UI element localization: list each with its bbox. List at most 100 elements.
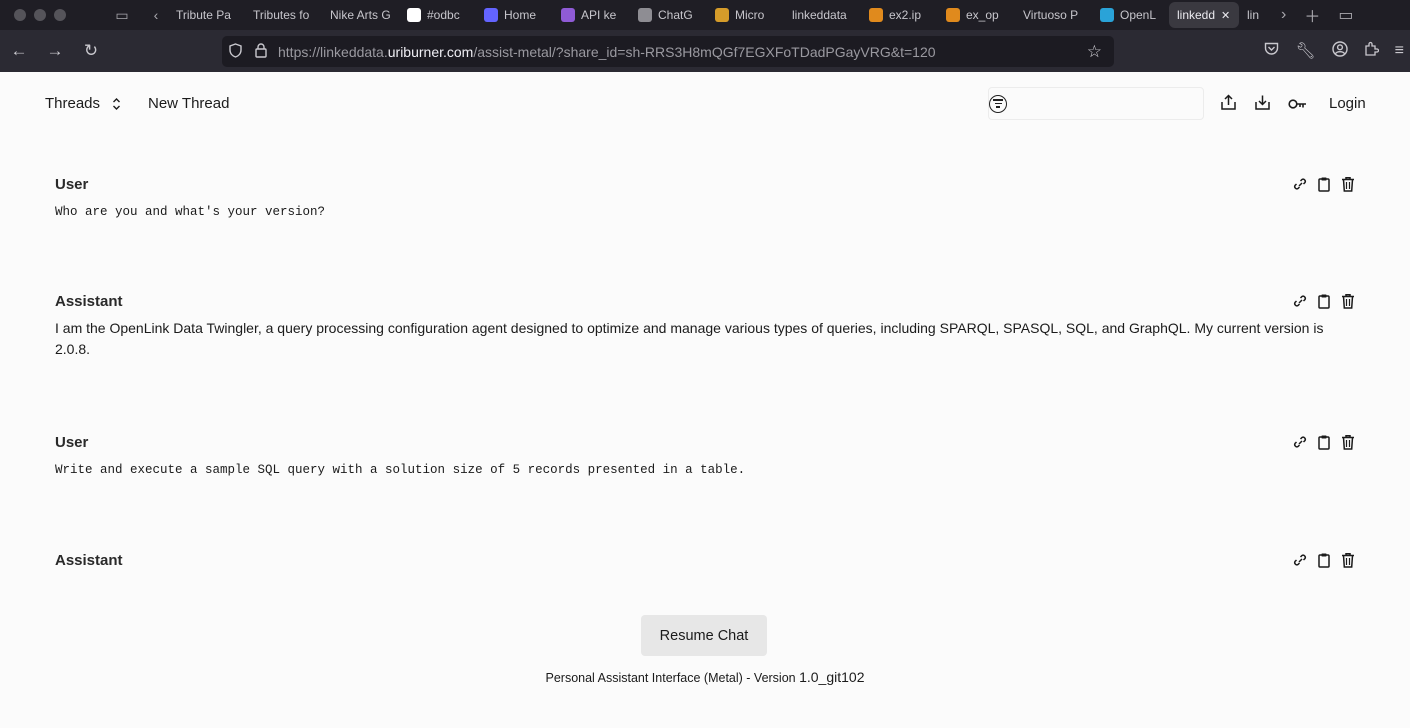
chat-message: User Who are you and what's your version? [55, 176, 1355, 223]
browser-tab[interactable]: Home [476, 0, 553, 30]
new-thread-button[interactable]: New Thread [148, 95, 229, 112]
tab-title: ChatG [658, 8, 693, 22]
browser-tab[interactable]: OpenL [1092, 0, 1169, 30]
bookmark-star-icon[interactable]: ☆ [1087, 42, 1102, 62]
browser-tab[interactable]: lin [1239, 0, 1271, 30]
version-footer: Personal Assistant Interface (Metal) - V… [0, 669, 1410, 685]
delete-message-icon[interactable] [1341, 293, 1355, 314]
download-icon[interactable] [1254, 94, 1271, 116]
tab-overview-icon[interactable]: ▭ [100, 7, 144, 24]
tabs-scroll-left-icon[interactable]: ‹ [144, 7, 168, 23]
chat-message: Assistant I am the OpenLink Data Twingler… [55, 293, 1355, 360]
browser-tab[interactable]: linkeddata [784, 0, 861, 30]
tab-title: Micro [735, 8, 765, 22]
search-input[interactable] [1015, 95, 1203, 112]
message-actions [1293, 176, 1355, 197]
tab-favicon-icon [869, 8, 883, 22]
browser-tab-bar: ▭ ‹ Tribute Pa Tributes fo Nike Arts G #odb… [0, 0, 1410, 30]
browser-tab[interactable]: ChatG [630, 0, 707, 30]
wrench-icon[interactable]: 🔧︎ [1295, 41, 1315, 61]
message-actions [1293, 552, 1355, 573]
browser-tab[interactable]: #odbc [399, 0, 476, 30]
back-icon[interactable]: ← [1, 41, 37, 61]
login-button[interactable]: Login [1329, 95, 1366, 112]
copy-link-icon[interactable] [1293, 293, 1307, 314]
browser-tab[interactable]: Tributes fo [245, 0, 322, 30]
message-role: Assistant [55, 293, 123, 310]
copy-to-clipboard-icon[interactable] [1317, 552, 1331, 573]
window-controls [0, 9, 100, 21]
url-path: /assist-metal/?share_id=sh-RRS3H8mQGf7EG… [473, 43, 936, 60]
copy-link-icon[interactable] [1293, 176, 1307, 197]
tab-title: Virtuoso P [1023, 8, 1079, 22]
browser-tab[interactable]: Tribute Pa [168, 0, 245, 30]
message-role: User [55, 176, 89, 193]
browser-tab[interactable]: Virtuoso P [1015, 0, 1092, 30]
tab-favicon-icon [638, 8, 652, 22]
resume-chat-button[interactable]: Resume Chat [641, 615, 767, 656]
tab-title: Tribute Pa [176, 8, 231, 22]
chat-message: User Write and execute a sample SQL query… [55, 434, 1355, 481]
tab-title: OpenL [1120, 8, 1157, 22]
copy-link-icon[interactable] [1293, 552, 1307, 573]
version-number: 1.0_git102 [799, 669, 865, 685]
filter-icon[interactable] [989, 94, 1007, 113]
message-actions [1293, 434, 1355, 455]
threads-label: Threads [45, 95, 101, 112]
url-prefix: https://linkeddata. [278, 43, 388, 60]
zoom-window-button[interactable] [54, 9, 66, 21]
delete-message-icon[interactable] [1341, 176, 1355, 197]
message-actions [1293, 293, 1355, 314]
message-role: User [55, 434, 89, 451]
minimize-window-button[interactable] [34, 9, 46, 21]
tab-favicon-icon [484, 8, 498, 22]
browser-tab[interactable]: Micro [707, 0, 784, 30]
close-tab-icon[interactable]: ✕ [1221, 9, 1230, 22]
url-text: https://linkeddata.uriburner.com/assist-… [278, 44, 936, 60]
browser-nav-bar: ← → ↻ https://linkeddata.uriburner.com/a… [0, 30, 1410, 72]
copy-to-clipboard-icon[interactable] [1317, 176, 1331, 197]
search-box[interactable] [988, 87, 1204, 120]
chat-message: Assistant [55, 552, 1355, 569]
message-text: I am the OpenLink Data Twingler, a query… [55, 320, 1324, 357]
app-header: Threads New Thread Login [0, 72, 1410, 134]
version-label: Personal Assistant Interface (Metal) - V… [545, 671, 800, 685]
menu-icon[interactable]: ≡ [1395, 42, 1404, 60]
tab-favicon-icon [1100, 8, 1114, 22]
reload-icon[interactable]: ↻ [73, 41, 109, 61]
copy-link-icon[interactable] [1293, 434, 1307, 455]
delete-message-icon[interactable] [1341, 552, 1355, 573]
account-icon[interactable] [1331, 40, 1348, 62]
browser-tab[interactable]: API ke [553, 0, 630, 30]
tab-title: ex2.ip [889, 8, 922, 22]
shield-icon[interactable] [222, 42, 248, 61]
browser-tab[interactable]: linkedd ✕ [1169, 2, 1239, 28]
browser-tab[interactable]: Nike Arts G [322, 0, 399, 30]
forward-icon[interactable]: → [37, 41, 73, 61]
tab-title: Tributes fo [253, 8, 310, 22]
tabs-scroll-right-icon[interactable]: › [1281, 6, 1286, 24]
tab-favicon-icon [715, 8, 729, 22]
browser-tab[interactable]: ex_op [938, 0, 1015, 30]
copy-to-clipboard-icon[interactable] [1317, 293, 1331, 314]
tab-title: API ke [581, 8, 617, 22]
share-icon[interactable] [1220, 94, 1237, 116]
threads-selector[interactable]: Threads [45, 95, 121, 112]
close-window-button[interactable] [14, 9, 26, 21]
address-bar[interactable]: https://linkeddata.uriburner.com/assist-… [222, 36, 1114, 67]
new-tab-icon[interactable]: ＋ [1304, 3, 1320, 27]
browser-tabs: Tribute Pa Tributes fo Nike Arts G #odbc Hom… [168, 0, 1271, 30]
pocket-icon[interactable] [1264, 42, 1279, 61]
tab-title: linkeddata [792, 8, 847, 22]
copy-to-clipboard-icon[interactable] [1317, 434, 1331, 455]
tab-title: Nike Arts G [330, 8, 391, 22]
key-icon[interactable] [1288, 97, 1307, 115]
delete-message-icon[interactable] [1341, 434, 1355, 455]
lock-icon[interactable] [248, 42, 274, 61]
extensions-icon[interactable] [1364, 41, 1379, 61]
browser-tab[interactable]: ex2.ip [861, 0, 938, 30]
tab-favicon-icon [946, 8, 960, 22]
sidebar-toggle-icon[interactable]: ▭ [1338, 5, 1353, 25]
tab-title: linkedd [1177, 8, 1216, 22]
message-text: Who are you and what's your version? [55, 205, 326, 219]
